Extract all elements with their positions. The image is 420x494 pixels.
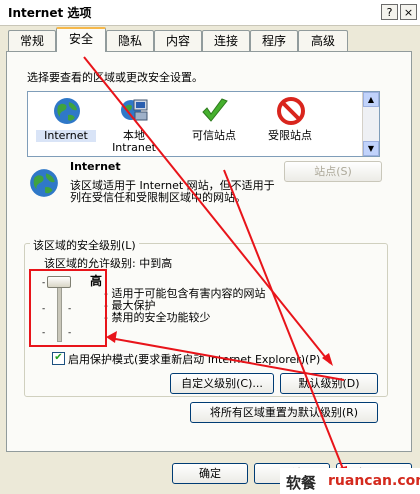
checkmark-icon bbox=[202, 98, 228, 122]
help-button[interactable]: ? bbox=[381, 4, 398, 20]
level-bullets: - 适用于可能包含有害内容的网站 - 最大保护 - 禁用的安全功能较少 bbox=[104, 288, 265, 324]
protected-mode-label: 启用保护模式(要求重新启动 Internet Explorer)(P) bbox=[68, 353, 321, 366]
watermark: 软餐 ruancan.com bbox=[280, 468, 420, 494]
protected-mode-checkbox[interactable]: ✔ bbox=[52, 352, 65, 365]
close-button[interactable]: × bbox=[400, 4, 417, 20]
ok-button[interactable]: 确定 bbox=[172, 463, 248, 484]
custom-level-button[interactable]: 自定义级别(C)... bbox=[170, 373, 274, 394]
slider-tick: - bbox=[68, 328, 72, 338]
watermark-site: ruancan.com bbox=[328, 473, 420, 489]
slider-tick: - bbox=[42, 304, 46, 314]
zones-prompt: 选择要查看的区域或更改安全设置。 bbox=[27, 71, 203, 84]
security-slider[interactable]: - - - - - - bbox=[36, 272, 80, 342]
slider-tick: - bbox=[42, 278, 46, 288]
zone-list-scrollbar[interactable]: ▲ ▼ bbox=[362, 92, 379, 156]
zone-label: 本地 Intranet bbox=[112, 129, 156, 154]
globe-icon bbox=[30, 169, 58, 197]
zone-label: 可信站点 bbox=[192, 129, 236, 142]
security-level-title: 该区域的安全级别(L) bbox=[30, 237, 139, 253]
zone-restricted[interactable]: 受限站点 bbox=[254, 94, 326, 154]
reset-all-zones-button[interactable]: 将所有区域重置为默认级别(R) bbox=[190, 402, 378, 423]
zone-label: Internet bbox=[36, 130, 96, 142]
tab-general[interactable]: 常规 bbox=[8, 30, 56, 51]
intranet-icon bbox=[121, 99, 148, 121]
level-name: 高 bbox=[90, 274, 103, 288]
title-bar: Internet 选项 ? × bbox=[0, 0, 420, 26]
tab-privacy[interactable]: 隐私 bbox=[106, 30, 154, 51]
zone-label: 受限站点 bbox=[268, 129, 312, 142]
slider-thumb[interactable] bbox=[47, 276, 71, 288]
tab-security[interactable]: 安全 bbox=[56, 27, 106, 52]
zone-name: Internet bbox=[70, 160, 121, 173]
slider-tick: - bbox=[68, 304, 72, 314]
zone-intranet[interactable]: 本地 Intranet bbox=[98, 94, 170, 154]
default-level-button[interactable]: 默认级别(D) bbox=[280, 373, 378, 394]
tab-advanced[interactable]: 高级 bbox=[298, 30, 348, 51]
slider-tick: - bbox=[42, 328, 46, 338]
watermark-brand: 软餐 bbox=[286, 474, 317, 492]
sites-button[interactable]: 站点(S) bbox=[284, 161, 382, 182]
tab-programs[interactable]: 程序 bbox=[250, 30, 298, 51]
scroll-down-button[interactable]: ▼ bbox=[363, 141, 379, 156]
globe-icon bbox=[54, 98, 80, 124]
zone-list: Internet 本地 Intranet 可信站点 受限站点 ▲ ▼ bbox=[27, 91, 380, 157]
tab-connections[interactable]: 连接 bbox=[202, 30, 250, 51]
zone-internet[interactable]: Internet bbox=[30, 94, 102, 154]
allowed-levels-text: 该区域的允许级别: 中到高 bbox=[44, 257, 173, 270]
scroll-up-button[interactable]: ▲ bbox=[363, 92, 379, 107]
bullet-item: - 禁用的安全功能较少 bbox=[104, 311, 211, 324]
zone-trusted[interactable]: 可信站点 bbox=[178, 94, 250, 154]
restricted-icon bbox=[277, 97, 305, 125]
tab-content[interactable]: 内容 bbox=[154, 30, 202, 51]
zone-description: 该区域适用于 Internet 网站，但不适用于列在受信任和受限制区域中的网站。 bbox=[70, 179, 275, 204]
window-title: Internet 选项 bbox=[8, 6, 92, 20]
